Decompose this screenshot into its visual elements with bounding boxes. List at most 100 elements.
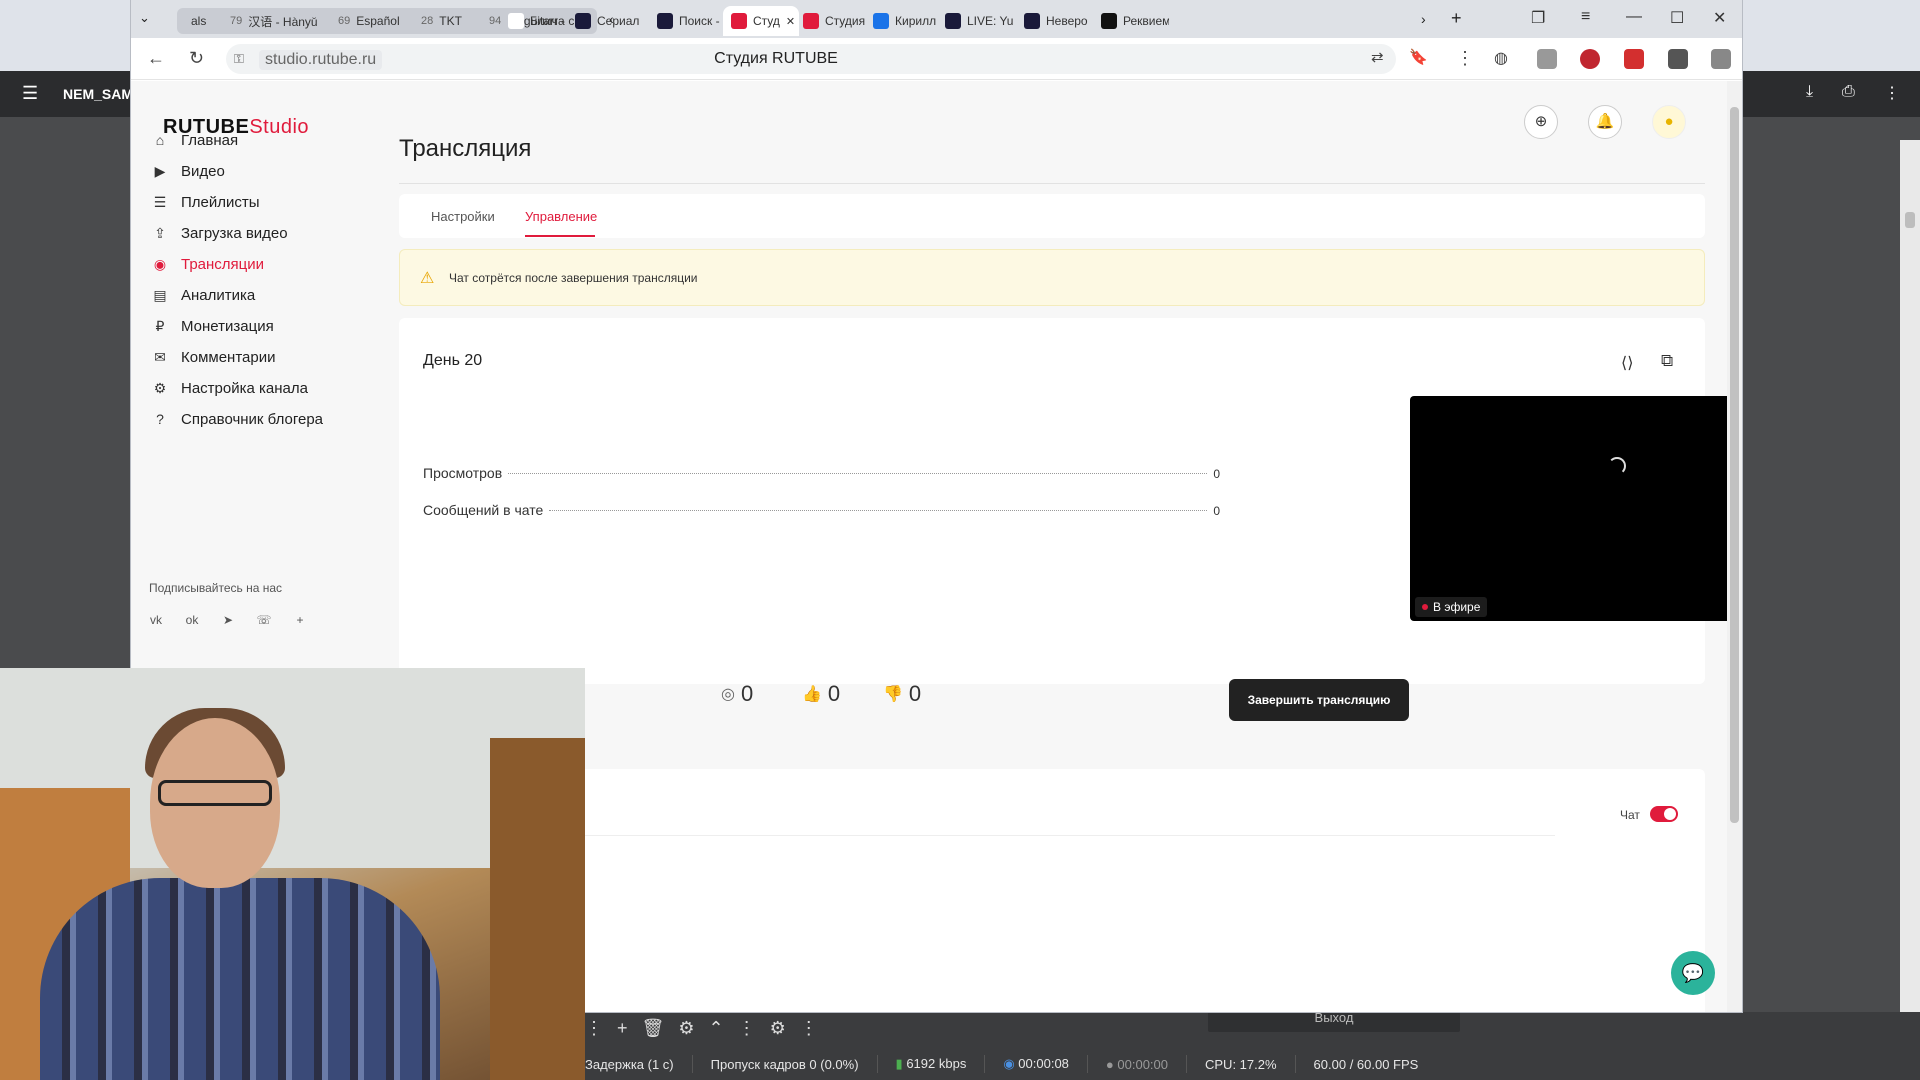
browser-tab[interactable]: Сериал (567, 6, 643, 36)
sidebar-item[interactable]: ⌂ Главная (151, 126, 238, 154)
drag-handle-icon[interactable]: ⋮ (738, 1018, 756, 1039)
globe-icon[interactable]: ◍ (1494, 48, 1508, 68)
create-icon[interactable]: ⊕ (1524, 105, 1558, 139)
chevron-up-icon[interactable]: ⌃ (709, 1018, 724, 1039)
grouped-tab[interactable]: 28 TKT (413, 6, 470, 36)
thumbs-down-icon: 👎 (883, 686, 903, 703)
more-vertical-icon[interactable]: ⋮ (800, 1018, 818, 1039)
sidebar-item[interactable]: ☰ Плейлисты (151, 188, 260, 216)
gear-icon[interactable]: ⚙ (678, 1018, 694, 1039)
account-menu-icon[interactable]: ≡ (1581, 8, 1590, 26)
bell-icon[interactable]: 🔔 (1588, 105, 1622, 139)
video-icon: ▶ (154, 162, 166, 179)
odnoklassniki-icon[interactable]: ok (181, 609, 203, 631)
sidebar-item-label: Загрузка видео (181, 224, 288, 242)
gear-icon[interactable]: ⚙ (770, 1018, 786, 1039)
browser-tab[interactable]: LIVE: Yu (937, 6, 1013, 36)
grouped-tab[interactable]: als (177, 6, 214, 36)
bookmark-icon[interactable]: 🔖 (1409, 48, 1428, 66)
sidebar-item-label: Аналитика (181, 286, 256, 304)
more-vertical-icon[interactable]: ⋮ (1456, 48, 1474, 69)
sidebar-item[interactable]: ₽ Монетизация (151, 312, 274, 340)
stream-icon: ◉ (1003, 1056, 1015, 1071)
analytics-icon: ▤ (153, 286, 167, 303)
scroll-tabs-right-icon[interactable]: › (1421, 11, 1426, 27)
extension-icon[interactable] (1624, 49, 1644, 69)
close-tab-icon[interactable]: ✕ (786, 15, 795, 28)
browser-tab[interactable]: Студ ✕ (723, 6, 799, 36)
end-stream-button[interactable]: Завершить трансляцию (1229, 679, 1409, 721)
page-title-center: Студия RUTUBE (714, 50, 838, 67)
more-icon[interactable]: + (289, 609, 311, 631)
sidebar-item-label: Комментарии (181, 348, 276, 366)
extension-icon[interactable] (1711, 49, 1731, 69)
grouped-tab[interactable]: 69 Español (330, 6, 408, 36)
drag-handle-icon[interactable]: ⋮ (585, 1018, 603, 1039)
stream-card: День 20 Просмотров 0 Сообщений в чате 0 ⟨⟩… (399, 318, 1727, 684)
external-link-icon[interactable]: ⧉ (1661, 351, 1673, 371)
more-vertical-icon[interactable]: ⋮ (1884, 83, 1900, 103)
tab-list-icon[interactable]: ❐ (1531, 8, 1545, 28)
browser-tab[interactable]: Блич - с (500, 6, 576, 36)
download-icon[interactable]: ⤓ (1806, 83, 1813, 101)
extension-icon[interactable] (1580, 49, 1600, 69)
background-scrollbar[interactable] (1900, 140, 1920, 1060)
extension-icon[interactable] (1668, 49, 1688, 69)
new-tab-icon[interactable]: + (1451, 8, 1462, 29)
translate-icon[interactable]: ⇄ (1371, 48, 1384, 66)
favicon-icon (803, 13, 819, 29)
minimize-icon[interactable]: — (1626, 8, 1642, 26)
sidebar-item[interactable]: ? Справочник блогера (151, 405, 323, 433)
page-scrollbar[interactable] (1727, 81, 1742, 1012)
viewers-icon: ◎ (721, 686, 735, 703)
browser-tab[interactable]: Студия (795, 6, 871, 36)
browser-tab[interactable]: Поиск - (649, 6, 725, 36)
vk-icon[interactable]: vk (145, 609, 167, 631)
viewers-counter: ◎ 0 (721, 681, 754, 706)
favicon-icon (1101, 13, 1117, 29)
grouped-tab[interactable]: 79 汉语 - Hànyǔ (222, 6, 326, 36)
warning-banner: ⚠ Чат сотрётся после завершения трансляц… (399, 249, 1705, 306)
warning-icon: ⚠ (420, 270, 435, 287)
status-fps: 60.00 / 60.00 FPS (1313, 1056, 1419, 1072)
signal-icon: ▮ (895, 1056, 903, 1071)
chat-toggle[interactable] (1650, 806, 1678, 822)
menu-icon[interactable]: ☰ (22, 83, 38, 104)
support-chat-icon[interactable]: 💬 (1671, 951, 1715, 995)
sidebar-item-label: Настройка канала (181, 379, 308, 397)
viber-icon[interactable]: ☏ (253, 609, 275, 631)
browser-tab[interactable]: Неверо (1016, 6, 1092, 36)
tab-search-icon[interactable]: ⌄ (139, 10, 150, 26)
tab-settings[interactable]: Настройки (431, 209, 495, 224)
maximize-icon[interactable]: ☐ (1670, 8, 1684, 28)
extension-icon[interactable] (1537, 49, 1557, 69)
likes-counter: 👍 0 (802, 681, 841, 706)
browser-tab[interactable]: Кирилл (865, 6, 941, 36)
video-player[interactable] (1410, 396, 1727, 621)
status-rec-time: ● 00:00:00 (1105, 1056, 1168, 1072)
sidebar-item[interactable]: ▤ Аналитика (151, 281, 255, 309)
telegram-icon[interactable]: ➤ (217, 609, 239, 631)
broadcast-icon: ◉ (153, 255, 167, 272)
share-icon[interactable]: ⟨⟩ (1621, 353, 1633, 373)
chat-toggle-label: Чат (1620, 808, 1640, 822)
add-icon[interactable]: + (617, 1018, 628, 1039)
sidebar-item[interactable]: ✉ Комментарии (151, 343, 275, 371)
stat-views: Просмотров 0 (423, 465, 1220, 481)
tab-manage[interactable]: Управление (525, 209, 597, 224)
heading-divider (399, 183, 1705, 184)
sidebar-item[interactable]: ⇪ Загрузка видео (151, 219, 288, 247)
sidebar-item-label: Видео (181, 162, 225, 180)
sidebar-item[interactable]: ▶ Видео (151, 157, 225, 185)
help-icon: ? (156, 411, 164, 427)
status-bitrate: ▮ 6192 kbps (895, 1056, 967, 1071)
print-icon[interactable]: ⎙ (1842, 83, 1855, 101)
close-icon[interactable]: ✕ (1713, 8, 1726, 28)
browser-tab[interactable]: Реквием (1093, 6, 1169, 36)
sidebar-item-label: Трансляции (181, 255, 265, 273)
sidebar-item[interactable]: ◉ Трансляции (151, 250, 264, 278)
monetization-icon: ₽ (155, 317, 165, 334)
avatar[interactable]: ● (1652, 105, 1686, 139)
trash-icon[interactable]: 🗑 (642, 1018, 665, 1039)
sidebar-item[interactable]: ⚙ Настройка канала (151, 374, 308, 402)
